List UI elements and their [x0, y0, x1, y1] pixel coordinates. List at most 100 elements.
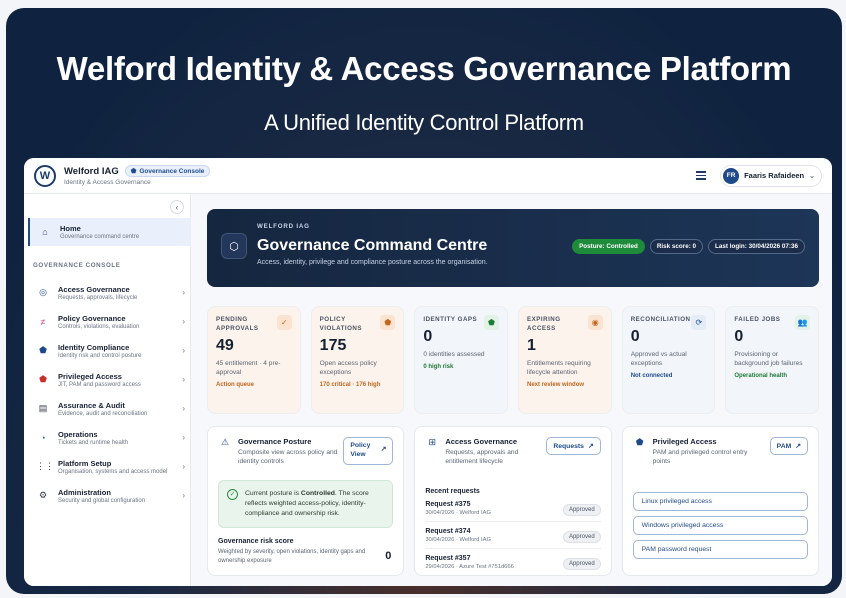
- stat-description: Entitlements requiring lifecycle attenti…: [527, 359, 591, 377]
- pam-links: Linux privileged access Windows privilege…: [632, 492, 808, 560]
- sidebar-item[interactable]: ⋮⋮ Platform Setup Organisation, systems …: [24, 452, 191, 481]
- sidebar-item[interactable]: ◎ Access Governance Requests, approvals,…: [24, 278, 191, 307]
- chevron-right-icon: ›: [182, 375, 185, 384]
- sidebar-item-label: Policy Governance: [58, 313, 126, 323]
- stat-card[interactable]: ◉ EXPIRING ACCESS 1 Entitlements requiri…: [518, 306, 612, 414]
- brand-name: Welford IAG: [64, 165, 119, 177]
- stat-description: 0 identities assessed: [423, 350, 485, 358]
- stat-note: 170 critical · 176 high: [319, 382, 381, 389]
- sidebar-item-sub: Tickets and runtime health: [58, 439, 129, 446]
- sidebar-item-home[interactable]: ⌂ Home Governance command centre: [28, 218, 191, 246]
- sidebar-nav-list: ◎ Access Governance Requests, approvals,…: [24, 278, 191, 510]
- identity-shield-icon: ⬟: [484, 315, 500, 330]
- policy-view-button[interactable]: Policy View ↗: [343, 437, 394, 465]
- sidebar: ‹ ⌂ Home Governance command centre GOVER…: [24, 194, 191, 586]
- risk-score-pill: Risk score: 0: [649, 239, 704, 254]
- panel-description: PAM and privileged control entry points: [652, 449, 748, 466]
- request-row[interactable]: Request #374 30/04/2026 · Welford IAG Ap…: [425, 522, 601, 550]
- access-governance-panel: ⊞ Access Governance Requests, approvals …: [414, 426, 612, 576]
- hierarchy-icon: ⊞: [428, 437, 437, 447]
- chevron-right-icon: ›: [182, 288, 185, 297]
- eye-icon: ◉: [587, 315, 603, 330]
- chevron-right-icon: ›: [182, 346, 185, 355]
- user-name: Faaris Rafaideen: [744, 171, 805, 180]
- sidebar-item[interactable]: ⬟ Identity Compliance Identity risk and …: [24, 336, 191, 365]
- stat-card[interactable]: ⟳ RECONCILIATION 0 Approved vs actual ex…: [621, 306, 716, 414]
- console-badge-label: Governance Console: [139, 167, 205, 175]
- brand-subtitle: Identity & Access Governance: [64, 179, 151, 186]
- hero-title: Welford Identity & Access Governance Pla…: [56, 50, 792, 87]
- policy-shield-icon: ⬟: [380, 315, 396, 330]
- sidebar-item-sub: Organisation, systems and access model: [58, 468, 168, 475]
- check-circle-icon: ✓: [227, 489, 238, 501]
- last-login-pill: Last login: 30/04/2026 07:36: [708, 239, 805, 254]
- risk-score-row: Governance risk score Weighted by severi…: [218, 538, 393, 566]
- panel-description: Requests, approvals and entitlement life…: [445, 449, 519, 466]
- stat-card[interactable]: ✓ PENDING APPROVALS 49 45 entitlement · …: [207, 306, 301, 414]
- stat-note: Not connected: [630, 373, 673, 380]
- chevron-right-icon: ›: [182, 404, 185, 413]
- panel-description: Composite view across policy and identit…: [238, 449, 338, 466]
- chevron-right-icon: ›: [182, 462, 185, 471]
- chevron-right-icon: ›: [182, 433, 185, 442]
- pam-link[interactable]: Windows privileged access: [632, 516, 808, 536]
- sidebar-item-label: Home: [60, 224, 81, 233]
- risk-score-description: Weighted by severity, open violations, i…: [218, 548, 366, 564]
- external-link-icon: ↗: [795, 443, 801, 450]
- sidebar-section-heading: GOVERNANCE CONSOLE: [33, 262, 121, 269]
- sidebar-item[interactable]: ▤ Assurance & Audit Evidence, audit and …: [24, 394, 191, 423]
- stat-card[interactable]: ⬟ IDENTITY GAPS 0 0 identities assessed …: [414, 306, 509, 414]
- sidebar-item[interactable]: ◔ Operations Tickets and runtime health …: [24, 423, 191, 452]
- policy-view-label: Policy View: [350, 442, 371, 458]
- sidebar-item[interactable]: ⚙ Administration Security and global con…: [24, 481, 191, 510]
- sync-icon: ⟳: [691, 315, 707, 330]
- external-link-icon: ↗: [380, 446, 387, 454]
- sidebar-item[interactable]: ≠ Policy Governance Controls, violations…: [24, 307, 191, 336]
- stat-label: FAILED JOBS: [734, 316, 781, 323]
- audit-icon: ▤: [38, 403, 48, 413]
- request-row[interactable]: Request #375 30/04/2026 · Welford IAG Ap…: [425, 495, 601, 523]
- stat-label: POLICY VIOLATIONS: [319, 316, 363, 332]
- user-menu[interactable]: FR Faaris Rafaideen ⌄: [720, 164, 822, 187]
- posture-value: Controlled: [300, 490, 335, 498]
- privileged-access-panel: ⬟ Privileged Access PAM and privileged c…: [621, 426, 819, 576]
- stat-value: 0: [423, 327, 433, 345]
- pam-link[interactable]: PAM password request: [632, 540, 808, 560]
- stat-description: Provisioning or background job failures: [734, 350, 803, 368]
- stat-label: PENDING APPROVALS: [216, 316, 259, 332]
- hero-subtitle: A Unified Identity Control Platform: [264, 110, 584, 135]
- grid-icon: ⋮⋮: [36, 461, 54, 471]
- sidebar-item-sub: Evidence, audit and reconciliation: [58, 410, 148, 417]
- shield-icon: ⬟: [130, 168, 137, 175]
- stat-value: 0: [734, 327, 744, 345]
- request-row[interactable]: Request #357 29/04/2026 · Azure Test #75…: [425, 549, 601, 575]
- shield-icon: ⬡: [221, 233, 247, 259]
- sidebar-item-sub: Controls, violations, evaluation: [58, 323, 140, 330]
- requests-button[interactable]: Requests ↗: [546, 437, 601, 455]
- stat-cards: ✓ PENDING APPROVALS 49 45 entitlement · …: [207, 306, 820, 414]
- approval-check-icon: ✓: [276, 315, 292, 330]
- collapse-sidebar-button[interactable]: ‹: [170, 200, 184, 214]
- governance-posture-panel: ⚠ Governance Posture Composite view acro…: [207, 426, 405, 576]
- pam-button[interactable]: PAM ↗: [769, 437, 808, 455]
- chevron-right-icon: ›: [182, 317, 185, 326]
- page-title: Governance Command Centre: [257, 237, 488, 254]
- pam-link[interactable]: Linux privileged access: [632, 492, 808, 512]
- posture-pill: Posture: Controlled: [572, 239, 645, 254]
- logo-icon[interactable]: W: [34, 164, 56, 187]
- sidebar-item[interactable]: ⬟ Privileged Access JIT, PAM and passwor…: [24, 365, 191, 394]
- menu-button[interactable]: [692, 167, 710, 185]
- stat-card[interactable]: ⬟ POLICY VIOLATIONS 175 Open access poli…: [310, 306, 405, 414]
- privileged-shield-icon: ⬟: [39, 374, 47, 384]
- stat-value: 175: [319, 336, 347, 354]
- policy-icon: ≠: [40, 316, 46, 327]
- chevron-right-icon: ›: [182, 491, 185, 500]
- stat-description: Open access policy exceptions: [319, 359, 377, 377]
- status-badge: Approved: [562, 504, 601, 517]
- risk-score-title: Governance risk score: [218, 537, 294, 545]
- stat-note: Next review window: [527, 382, 585, 389]
- posture-status: ✓ Current posture is Controlled. The sco…: [218, 480, 394, 528]
- stat-card[interactable]: 👥 FAILED JOBS 0 Provisioning or backgrou…: [725, 306, 820, 414]
- shield-check-icon: ⬟: [39, 345, 47, 355]
- sidebar-item-label: Access Governance: [58, 284, 130, 294]
